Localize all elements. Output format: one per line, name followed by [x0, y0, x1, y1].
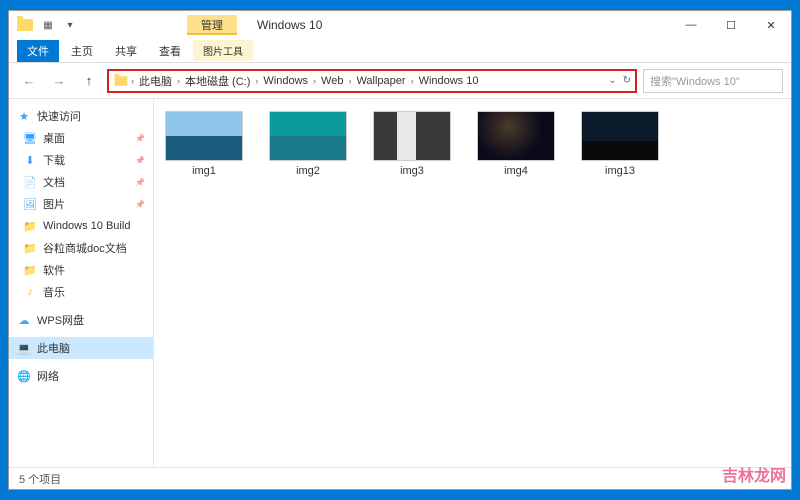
file-item[interactable]: img2 — [268, 111, 348, 177]
star-icon: ★ — [17, 109, 31, 123]
desktop-icon: 🖥 — [23, 131, 37, 145]
ribbon-tabs: 文件 主页 共享 查看 图片工具 — [9, 39, 791, 63]
breadcrumb-item[interactable]: Windows 10 — [416, 75, 482, 87]
sidebar-item-documents[interactable]: 📄 文档 — [9, 171, 153, 193]
refresh-icon[interactable]: ↻ — [623, 75, 631, 86]
tab-home[interactable]: 主页 — [61, 40, 103, 62]
app-icon — [17, 19, 33, 31]
sidebar-item-label: 快速访问 — [37, 108, 81, 124]
file-item[interactable]: img13 — [580, 111, 660, 177]
search-input[interactable]: 搜索"Windows 10" — [643, 69, 783, 93]
address-bar[interactable]: › 此电脑 › 本地磁盘 (C:) › Windows › Web › Wall… — [107, 69, 637, 93]
thumbnail — [477, 111, 555, 161]
minimize-button[interactable]: — — [671, 11, 711, 39]
sidebar-item-wps[interactable]: ☁ WPS网盘 — [9, 309, 153, 331]
cloud-icon: ☁ — [17, 313, 31, 327]
file-name: img2 — [296, 165, 320, 177]
sidebar-item-music[interactable]: ♪ 音乐 — [9, 281, 153, 303]
sidebar-item-quick-access[interactable]: ★ 快速访问 — [9, 105, 153, 127]
maximize-button[interactable]: ☐ — [711, 11, 751, 39]
picture-icon: 🖼 — [23, 197, 37, 211]
file-name: img1 — [192, 165, 216, 177]
folder-icon: 📁 — [23, 263, 37, 277]
sidebar-item-pictures[interactable]: 🖼 图片 — [9, 193, 153, 215]
back-button[interactable]: ← — [17, 69, 41, 93]
qat-newfolder-icon[interactable]: ▾ — [61, 16, 79, 34]
thumbnail — [165, 111, 243, 161]
chevron-right-icon[interactable]: › — [346, 76, 353, 86]
sidebar-item-label: 谷粒商城doc文档 — [43, 240, 127, 256]
breadcrumb-item[interactable]: 本地磁盘 (C:) — [182, 73, 253, 89]
sidebar-item-label: 音乐 — [43, 284, 65, 300]
sidebar-item-label: Windows 10 Build — [43, 220, 130, 232]
chevron-right-icon[interactable]: › — [129, 76, 136, 86]
chevron-right-icon[interactable]: › — [175, 76, 182, 86]
address-row: ← → ↑ › 此电脑 › 本地磁盘 (C:) › Windows › Web … — [9, 63, 791, 99]
sidebar-item-label: 桌面 — [43, 130, 65, 146]
folder-icon: 📁 — [23, 219, 37, 233]
forward-button[interactable]: → — [47, 69, 71, 93]
sidebar-item-folder[interactable]: 📁 软件 — [9, 259, 153, 281]
sidebar-item-label: 网络 — [37, 368, 59, 384]
navigation-pane: ★快速访问 🖥桌面 ⬇下载 📄文档 🖼图片 📁Windows 10 Build … — [9, 99, 154, 467]
file-item[interactable]: img1 — [164, 111, 244, 177]
breadcrumb-item[interactable]: Windows — [260, 75, 311, 87]
status-bar: 5 个项目 — [9, 467, 791, 489]
thumbnail — [373, 111, 451, 161]
chevron-right-icon[interactable]: › — [409, 76, 416, 86]
titlebar: ▦ ▾ 管理 Windows 10 — ☐ ✕ — [9, 11, 791, 39]
file-name: img3 — [400, 165, 424, 177]
body-area: ★快速访问 🖥桌面 ⬇下载 📄文档 🖼图片 📁Windows 10 Build … — [9, 99, 791, 467]
breadcrumb-item[interactable]: Wallpaper — [353, 75, 408, 87]
tab-file[interactable]: 文件 — [17, 40, 59, 62]
chevron-right-icon[interactable]: › — [253, 76, 260, 86]
qat-properties-icon[interactable]: ▦ — [39, 16, 57, 34]
address-dropdown-icon[interactable]: ⌄ — [608, 75, 616, 86]
file-name: img4 — [504, 165, 528, 177]
sidebar-item-folder[interactable]: 📁 Windows 10 Build — [9, 215, 153, 237]
file-name: img13 — [605, 165, 635, 177]
up-button[interactable]: ↑ — [77, 69, 101, 93]
download-icon: ⬇ — [23, 153, 37, 167]
sidebar-item-label: 图片 — [43, 196, 65, 212]
folder-icon: 📁 — [23, 241, 37, 255]
file-list[interactable]: img1 img2 img3 img4 img13 — [154, 99, 791, 467]
chevron-right-icon[interactable]: › — [311, 76, 318, 86]
sidebar-item-folder[interactable]: 📁 谷粒商城doc文档 — [9, 237, 153, 259]
breadcrumb-item[interactable]: Web — [318, 75, 346, 87]
sidebar-item-this-pc[interactable]: 💻 此电脑 — [9, 337, 153, 359]
sidebar-item-downloads[interactable]: ⬇ 下载 — [9, 149, 153, 171]
network-icon: 🌐 — [17, 369, 31, 383]
pc-icon: 💻 — [17, 341, 31, 355]
thumbnail — [269, 111, 347, 161]
sidebar-item-label: 此电脑 — [37, 340, 70, 356]
window-title: Windows 10 — [257, 18, 322, 32]
sidebar-item-desktop[interactable]: 🖥 桌面 — [9, 127, 153, 149]
thumbnail — [581, 111, 659, 161]
contextual-tab-manage[interactable]: 管理 — [187, 15, 237, 35]
file-item[interactable]: img3 — [372, 111, 452, 177]
file-item[interactable]: img4 — [476, 111, 556, 177]
window-controls: — ☐ ✕ — [671, 11, 791, 39]
sidebar-item-label: 软件 — [43, 262, 65, 278]
sidebar-item-label: 下载 — [43, 152, 65, 168]
sidebar-item-label: 文档 — [43, 174, 65, 190]
sidebar-item-label: WPS网盘 — [37, 312, 84, 328]
folder-icon — [115, 76, 128, 86]
tab-share[interactable]: 共享 — [105, 40, 147, 62]
explorer-window: ▦ ▾ 管理 Windows 10 — ☐ ✕ 文件 主页 共享 查看 图片工具… — [8, 10, 792, 490]
document-icon: 📄 — [23, 175, 37, 189]
music-icon: ♪ — [23, 285, 37, 299]
quick-access-toolbar: ▦ ▾ — [9, 16, 87, 34]
sidebar-item-network[interactable]: 🌐 网络 — [9, 365, 153, 387]
tab-view[interactable]: 查看 — [149, 40, 191, 62]
breadcrumb-item[interactable]: 此电脑 — [136, 73, 175, 89]
tab-picture-tools[interactable]: 图片工具 — [193, 40, 253, 61]
close-button[interactable]: ✕ — [751, 11, 791, 39]
item-count: 5 个项目 — [19, 471, 61, 487]
